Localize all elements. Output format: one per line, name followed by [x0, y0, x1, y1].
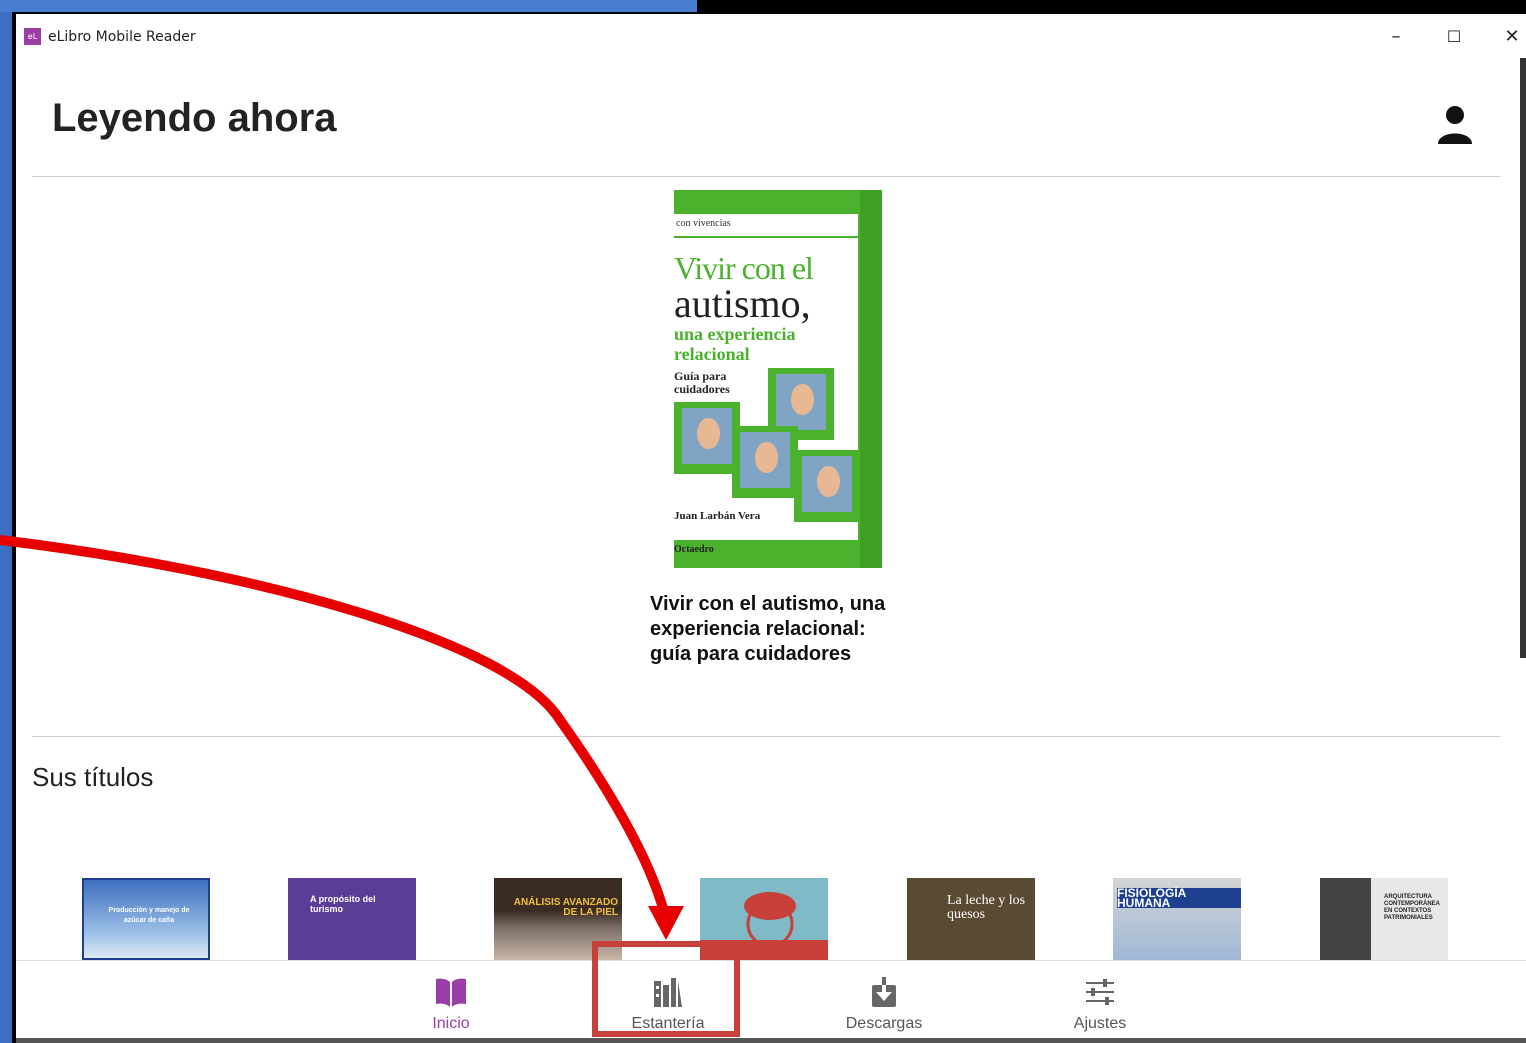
book-thumbnail[interactable]: La leche y los quesos	[907, 878, 1035, 960]
cover-body: Vivir con el autismo, una experiencia re…	[674, 238, 860, 555]
nav-label-ajustes: Ajustes	[1073, 1015, 1127, 1032]
book-thumbnail[interactable]: A propósito del turismo	[288, 878, 416, 960]
annotation-highlight-box	[592, 941, 740, 1037]
app-window: eL eLibro Mobile Reader – ☐ ✕ Leyendo ah…	[16, 14, 1526, 1043]
book-thumbnail[interactable]: FISIOLOGÍA HUMANA	[1113, 878, 1241, 960]
cover-series: con vivencias	[676, 218, 731, 229]
cover-publisher: Octaedro	[674, 544, 714, 555]
download-icon	[872, 977, 896, 1007]
book-thumbnail-text: A propósito del turismo	[310, 894, 376, 914]
cover-subtitle-line2: relacional	[674, 344, 750, 364]
current-book-cover[interactable]: con vivencias Vivir con el autismo, una …	[674, 190, 882, 568]
cover-guide-text: Guía para cuidadores	[674, 369, 730, 396]
maximize-button[interactable]: ☐	[1434, 22, 1474, 52]
open-book-icon	[436, 978, 466, 1007]
background-left	[0, 0, 12, 1043]
book-thumbnail-text: La leche y los quesos	[947, 893, 1026, 922]
title-bar: eL eLibro Mobile Reader – ☐ ✕	[16, 14, 1526, 58]
cover-photo	[732, 426, 798, 498]
book-thumbnail[interactable]: Producción y manejo de azúcar de caña	[82, 878, 210, 960]
sliders-icon	[1086, 979, 1114, 1005]
cover-subtitle-line1: una experiencia	[674, 324, 796, 344]
cover-photo	[674, 402, 740, 474]
user-profile-icon[interactable]	[1436, 104, 1474, 146]
nav-item-descargas[interactable]: Descargas	[819, 961, 949, 1043]
cover-title-line2: autismo,	[674, 281, 811, 326]
nav-item-ajustes[interactable]: Ajustes	[1035, 961, 1165, 1043]
cover-photo	[794, 450, 860, 522]
background-top	[0, 0, 697, 12]
cover-author: Juan Larbán Vera	[674, 510, 761, 522]
header-divider	[32, 176, 1500, 177]
nav-label-inicio: Inicio	[432, 1015, 470, 1032]
cover-series-banner: con vivencias	[674, 214, 858, 236]
book-thumbnail[interactable]: ARQUITECTURA CONTEMPORÁNEA EN CONTEXTOS …	[1320, 878, 1448, 960]
background-top-dark	[697, 0, 1526, 12]
window-title: eLibro Mobile Reader	[48, 29, 196, 45]
scrollbar[interactable]	[1520, 58, 1526, 658]
cover-stripe	[860, 190, 882, 568]
book-thumbnail-text: ANÁLISIS AVANZADO DE LA PIEL	[513, 897, 618, 918]
bottom-navigation: Inicio Estantería Descargas Ajustes	[16, 960, 1526, 1043]
minimize-button[interactable]: –	[1376, 22, 1416, 52]
close-button[interactable]: ✕	[1492, 22, 1526, 52]
nav-item-inicio[interactable]: Inicio	[386, 961, 516, 1043]
book-thumbnail-text: Producción y manejo de azúcar de caña	[108, 907, 190, 924]
page-title: Leyendo ahora	[52, 96, 337, 140]
section-divider	[32, 736, 1500, 737]
section-heading: Sus títulos	[32, 762, 154, 792]
nav-label-descargas: Descargas	[845, 1015, 923, 1032]
book-thumbnail-text: FISIOLOGÍA HUMANA	[1117, 887, 1241, 909]
book-thumbnail-text: ARQUITECTURA CONTEMPORÁNEA EN CONTEXTOS …	[1384, 894, 1440, 921]
bottom-edge	[16, 1038, 1526, 1043]
current-book-title[interactable]: Vivir con el autismo, una experiencia re…	[650, 592, 890, 667]
app-logo-icon: eL	[24, 28, 41, 45]
